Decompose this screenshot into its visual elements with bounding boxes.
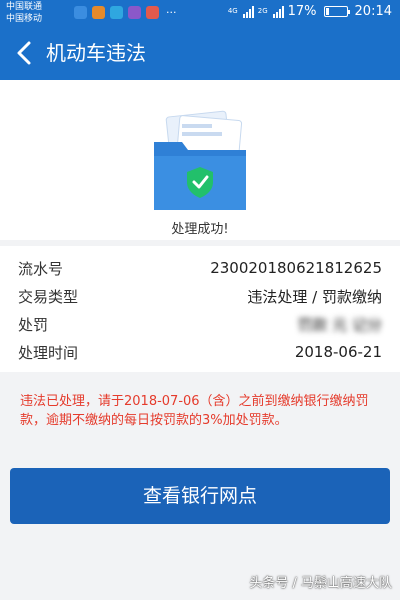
signal-icon: [242, 5, 254, 18]
carrier-info: 中国联通 中国移动: [6, 1, 42, 25]
app-notification-icon: [146, 6, 159, 19]
carrier-1: 中国联通: [6, 2, 43, 12]
success-message: 处理成功!: [171, 222, 229, 237]
detail-row-penalty: 处罚 罚款 元 记分: [18, 310, 382, 338]
details-list: 流水号 230020180621812625 交易类型 违法处理 / 罚款缴纳 …: [0, 246, 400, 372]
detail-value: 违法处理 / 罚款缴纳: [247, 287, 382, 306]
more-notifications-icon: ···: [166, 5, 177, 19]
detail-row-process-time: 处理时间 2018-06-21: [18, 338, 382, 366]
carrier-2: 中国移动: [6, 14, 43, 24]
detail-value-redacted: 罚款 元 记分: [297, 315, 382, 334]
detail-row-transaction-type: 交易类型 违法处理 / 罚款缴纳: [18, 282, 382, 310]
detail-value: 2018-06-21: [294, 343, 382, 361]
network-type-2: 2G: [257, 7, 268, 15]
folder-check-icon: [154, 110, 246, 210]
back-arrow-icon[interactable]: [14, 40, 36, 66]
watermark-text: 头条号 / 马鬃山高速大队: [249, 576, 392, 591]
app-notification-icon: [92, 6, 105, 19]
detail-row-serial: 流水号 230020180621812625: [18, 254, 382, 282]
detail-label: 流水号: [18, 259, 64, 278]
notification-icons: ···: [74, 6, 177, 19]
app-header: 机动车违法: [0, 26, 400, 80]
status-bar: 中国联通 中国移动 ··· 4G 2G 17% 20:14: [0, 0, 400, 26]
app-notification-icon: [110, 6, 123, 19]
battery-icon: [323, 6, 350, 17]
battery-fill: [325, 8, 329, 15]
detail-label: 处理时间: [18, 343, 79, 362]
detail-label: 处罚: [18, 315, 49, 334]
success-panel: 处理成功!: [0, 80, 400, 240]
detail-label: 交易类型: [18, 287, 79, 306]
status-indicators: 4G 2G 17% 20:14: [228, 4, 392, 19]
battery-percent: 17%: [287, 4, 317, 19]
app-notification-icon: [74, 6, 87, 19]
app-notification-icon: [128, 6, 141, 19]
page-title: 机动车违法: [46, 41, 146, 65]
signal-icon: [272, 5, 284, 18]
payment-notice: 违法已处理，请于2018-07-06（含）之前到缴纳银行缴纳罚款，逾期不缴纳的每…: [20, 394, 369, 428]
clock: 20:14: [354, 4, 392, 19]
view-bank-branches-button[interactable]: 查看银行网点: [10, 468, 390, 524]
detail-value: 230020180621812625: [210, 259, 382, 277]
network-type-1: 4G: [227, 7, 238, 15]
